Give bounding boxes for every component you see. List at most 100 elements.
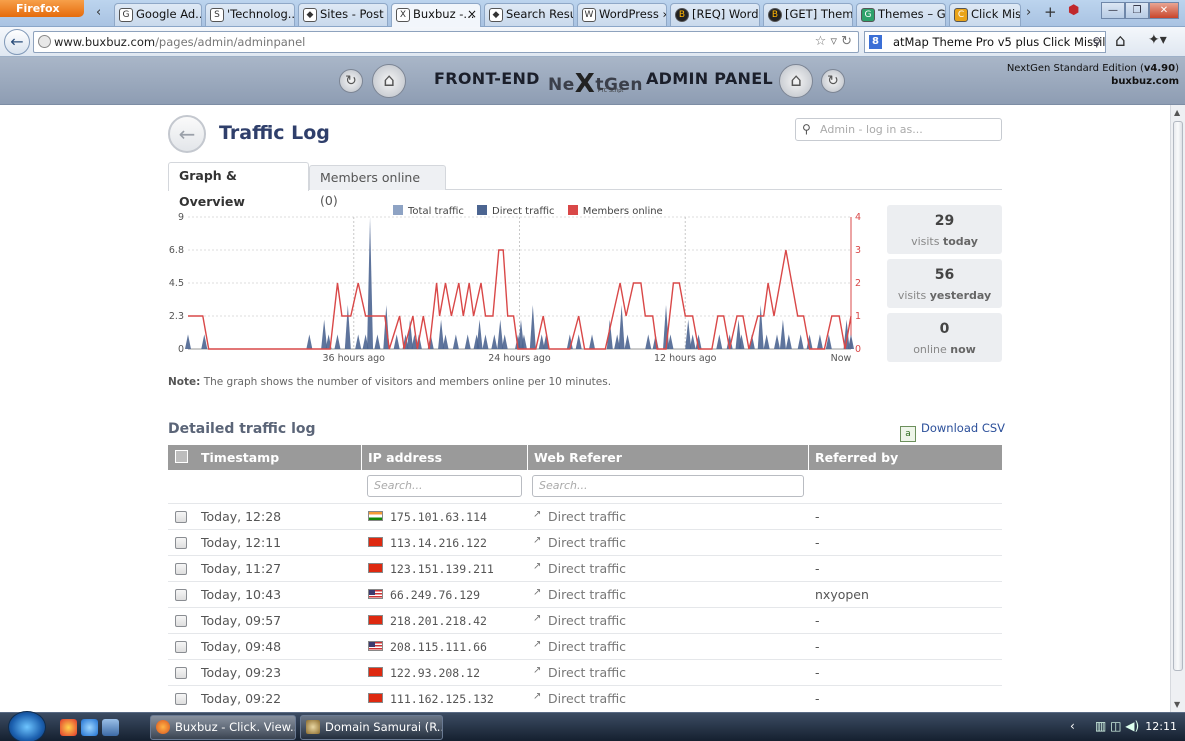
row-checkbox[interactable] (175, 693, 187, 705)
external-link-icon: ↗ (533, 613, 542, 624)
country-flag-icon (368, 615, 383, 625)
back-circle-icon[interactable]: ← (168, 115, 206, 153)
row-checkbox[interactable] (175, 641, 187, 653)
header-referred-by[interactable]: Referred by (809, 445, 1002, 470)
firefox-icon (156, 720, 170, 734)
address-bar[interactable]: www.buxbuz.com/pages/admin/adminpanel ☆ … (33, 31, 859, 53)
browser-tab[interactable]: B[GET] Them... (763, 3, 853, 26)
firefox-menu-button[interactable]: Firefox (0, 0, 84, 17)
download-csv-link[interactable]: a Download CSV (900, 421, 1005, 442)
scroll-up-icon[interactable]: ▲ (1174, 108, 1180, 117)
tab-members-online[interactable]: Members online (0) (309, 165, 446, 208)
tab-graph-overview[interactable]: Graph & Overview (168, 162, 309, 209)
logo-subtitle: PTC Script (598, 88, 624, 94)
site-favicon-icon: ◆ (303, 8, 317, 22)
toolbar-menu-icon[interactable]: ✦▾ (1148, 32, 1167, 48)
row-ip-address[interactable]: 113.14.216.122 (390, 536, 487, 550)
row-ip-address[interactable]: 111.162.125.132 (390, 692, 494, 706)
taskbar-firefox-window[interactable]: Buxbuz - Click. View... (150, 715, 296, 740)
scroll-down-icon[interactable]: ▼ (1174, 700, 1180, 709)
row-ip-address[interactable]: 122.93.208.12 (390, 666, 480, 680)
tray-expand-icon[interactable]: ‹ (1070, 719, 1075, 733)
home-icon[interactable]: ⌂ (779, 64, 813, 98)
edition-version: v4.90 (1143, 63, 1176, 74)
row-ip-address[interactable]: 123.151.139.211 (390, 562, 494, 576)
tab-label: Themes – G... (878, 7, 946, 21)
browser-tab-active[interactable]: X Buxbuz -... × (391, 3, 481, 27)
header-web-referer[interactable]: Web Referer (528, 445, 808, 470)
refresh-icon[interactable]: ↻ (821, 69, 845, 93)
browser-tab[interactable]: S 'Technolog... (205, 3, 295, 26)
browser-search-field[interactable]: 8 atMap Theme Pro v5 plus Click Missile … (864, 31, 1106, 53)
chrome-icon[interactable] (60, 719, 77, 736)
row-ip-address[interactable]: 66.249.76.129 (390, 588, 480, 602)
close-window-icon[interactable]: ✕ (1149, 2, 1179, 19)
start-button[interactable] (8, 711, 46, 741)
scrollbar-thumb[interactable] (1173, 121, 1183, 671)
browser-tab[interactable]: ◆Search Resu... (484, 3, 574, 26)
addon-icon[interactable]: ⬢ (1068, 3, 1079, 18)
row-checkbox[interactable] (175, 615, 187, 627)
browser-tab[interactable]: GThemes – G... (856, 3, 946, 26)
admin-panel-link[interactable]: ADMIN PANEL (646, 69, 773, 88)
table-row[interactable]: Today, 09:48 208.115.111.66 ↗ Direct traffi… (168, 633, 1002, 659)
tab-scroll-left-icon[interactable]: ‹ (96, 5, 101, 20)
show-desktop-icon[interactable] (102, 719, 119, 736)
tab-scroll-right-icon[interactable]: › (1026, 5, 1031, 20)
stat-label: online now (913, 343, 976, 356)
close-tab-icon[interactable]: × (467, 4, 477, 25)
restore-icon[interactable]: ❐ (1125, 2, 1149, 19)
legend-label: Total traffic (408, 206, 464, 217)
tray-icons[interactable]: ▥ ◫ ◀) (1095, 719, 1139, 733)
search-icon: ⚲ (802, 122, 811, 136)
legend-item-direct: Direct traffic (477, 205, 555, 217)
ie-icon[interactable] (81, 719, 98, 736)
frontend-link[interactable]: FRONT-END (434, 69, 540, 88)
table-row[interactable]: Today, 09:57 218.201.218.42 ↗ Direct traffi… (168, 607, 1002, 633)
bookmark-star-icon[interactable]: ☆ ▿ ↻ (815, 32, 852, 52)
row-checkbox[interactable] (175, 589, 187, 601)
browser-tab[interactable]: ◆Sites - Post ... (298, 3, 388, 26)
clock[interactable]: 12:11 (1145, 720, 1177, 733)
admin-search-input[interactable]: ⚲ Admin - log in as... (795, 118, 1002, 141)
row-checkbox[interactable] (175, 667, 187, 679)
row-checkbox[interactable] (175, 563, 187, 575)
new-tab-icon[interactable]: + (1044, 3, 1057, 21)
table-row[interactable]: Today, 10:43 66.249.76.129 ↗ Direct traffic… (168, 581, 1002, 607)
row-web-referer: Direct traffic (548, 509, 627, 524)
browser-tab[interactable]: G Google Ad... (114, 3, 202, 26)
browser-tab[interactable]: B[REQ] Word... (670, 3, 760, 26)
x-tick-label: Now (831, 353, 852, 364)
row-ip-address[interactable]: 218.201.218.42 (390, 614, 487, 628)
direct-traffic-spike (716, 334, 723, 349)
page-scrollbar[interactable]: ▲ ▼ (1170, 105, 1185, 712)
row-ip-address[interactable]: 175.101.63.114 (390, 510, 487, 524)
home-icon[interactable]: ⌂ (372, 64, 406, 98)
row-checkbox[interactable] (175, 537, 187, 549)
table-row[interactable]: Today, 09:23 122.93.208.12 ↗ Direct traffic… (168, 659, 1002, 685)
select-all-checkbox[interactable] (175, 450, 188, 463)
refresh-icon[interactable]: ↻ (339, 69, 363, 93)
google-search-engine-icon[interactable]: 8 (869, 35, 882, 49)
buxbuz-favicon-icon: X (396, 8, 410, 22)
taskbar-domain-samurai-window[interactable]: Domain Samurai (R... (300, 715, 443, 740)
minimize-icon[interactable]: — (1101, 2, 1125, 19)
header-timestamp[interactable]: Timestamp (195, 445, 361, 470)
search-icon[interactable]: ⚲ (1092, 32, 1101, 52)
admin-search-placeholder: Admin - log in as... (820, 123, 923, 136)
country-flag-icon (368, 511, 383, 521)
ip-search-input[interactable]: Search... (367, 475, 522, 497)
table-row[interactable]: Today, 12:28 175.101.63.114 ↗ Direct traffi… (168, 503, 1002, 529)
header-ip-address[interactable]: IP address (362, 445, 527, 470)
table-row[interactable]: Today, 09:22 111.162.125.132 ↗ Direct traff… (168, 685, 1002, 711)
home-icon[interactable]: ⌂ (1115, 31, 1126, 51)
browser-tab[interactable]: WWordPress ›... (577, 3, 667, 26)
table-row[interactable]: Today, 12:11 113.14.216.122 ↗ Direct traffi… (168, 529, 1002, 555)
browser-tab[interactable]: CClick Missi (949, 3, 1021, 26)
direct-traffic-spike (848, 334, 854, 349)
back-arrow-icon[interactable]: ← (4, 29, 30, 55)
table-row[interactable]: Today, 11:27 123.151.139.211 ↗ Direct traff… (168, 555, 1002, 581)
row-checkbox[interactable] (175, 511, 187, 523)
referer-search-input[interactable]: Search... (532, 475, 804, 497)
row-ip-address[interactable]: 208.115.111.66 (390, 640, 487, 654)
